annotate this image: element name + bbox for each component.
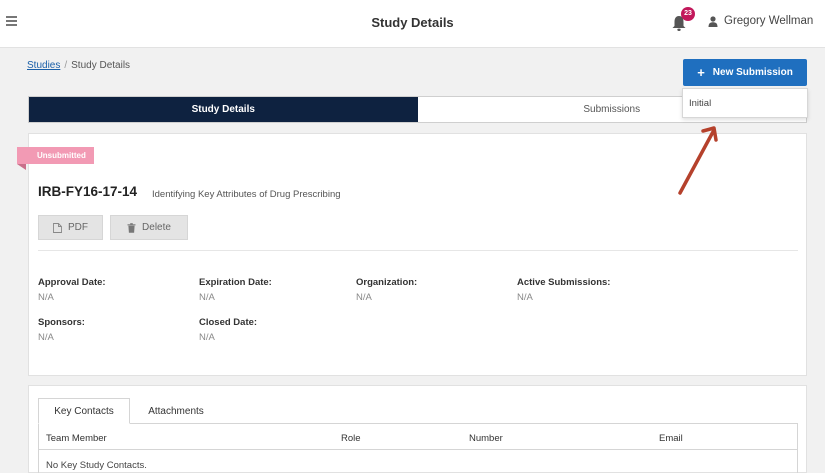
user-icon	[708, 15, 718, 27]
study-id: IRB-FY16-17-14	[38, 184, 138, 199]
plus-icon: +	[697, 64, 705, 80]
sponsors-value: N/A	[38, 332, 54, 343]
user-menu[interactable]: Gregory Wellman	[708, 15, 813, 27]
organization-label: Organization:	[356, 277, 418, 288]
organization-value: N/A	[356, 292, 372, 303]
expiration-date-label: Expiration Date:	[199, 277, 272, 288]
hamburger-icon[interactable]	[6, 16, 17, 26]
notification-badge: 23	[681, 7, 695, 21]
tab-key-contacts[interactable]: Key Contacts	[38, 398, 130, 424]
pdf-button-label: PDF	[68, 222, 88, 233]
active-submissions-label: Active Submissions:	[517, 277, 611, 288]
status-ribbon-fold	[17, 164, 26, 170]
active-submissions-value: N/A	[517, 292, 533, 303]
user-name: Gregory Wellman	[724, 15, 814, 27]
closed-date-label: Closed Date:	[199, 317, 258, 328]
column-header-team-member[interactable]: Team Member	[46, 433, 107, 444]
breadcrumb-separator: /	[64, 60, 68, 71]
breadcrumb: Studies / Study Details	[27, 60, 130, 71]
study-title: Identifying Key Attributes of Drug Presc…	[152, 189, 341, 200]
contacts-table: Team Member Role Number Email No Key Stu…	[38, 423, 798, 473]
new-submission-button[interactable]: + New Submission	[683, 59, 807, 86]
file-icon	[53, 222, 62, 233]
sponsors-label: Sponsors:	[38, 317, 85, 328]
new-submission-dropdown: Initial	[682, 88, 808, 118]
table-empty-message: No Key Study Contacts.	[46, 460, 147, 471]
breadcrumb-current: Study Details	[71, 60, 131, 71]
column-header-role[interactable]: Role	[341, 433, 361, 444]
approval-date-label: Approval Date:	[38, 277, 106, 288]
dropdown-item-initial[interactable]: Initial	[683, 89, 807, 117]
top-bar: Study Details 23 Gregory Wellman	[0, 0, 825, 48]
trash-icon	[127, 222, 136, 233]
page-title: Study Details	[371, 15, 454, 30]
pdf-button[interactable]: PDF	[38, 215, 103, 240]
tab-study-details[interactable]: Study Details	[29, 97, 418, 122]
breadcrumb-studies-link[interactable]: Studies	[27, 60, 60, 71]
study-card	[28, 133, 807, 376]
table-header: Team Member Role Number Email	[39, 424, 797, 450]
column-header-number[interactable]: Number	[469, 433, 503, 444]
tab-attachments[interactable]: Attachments	[136, 398, 216, 424]
new-submission-label: New Submission	[712, 67, 793, 78]
delete-button[interactable]: Delete	[110, 215, 188, 240]
divider	[38, 250, 798, 251]
expiration-date-value: N/A	[199, 292, 215, 303]
approval-date-value: N/A	[38, 292, 54, 303]
delete-button-label: Delete	[142, 222, 171, 233]
status-badge: Unsubmitted	[17, 147, 94, 164]
closed-date-value: N/A	[199, 332, 215, 343]
column-header-email[interactable]: Email	[659, 433, 683, 444]
